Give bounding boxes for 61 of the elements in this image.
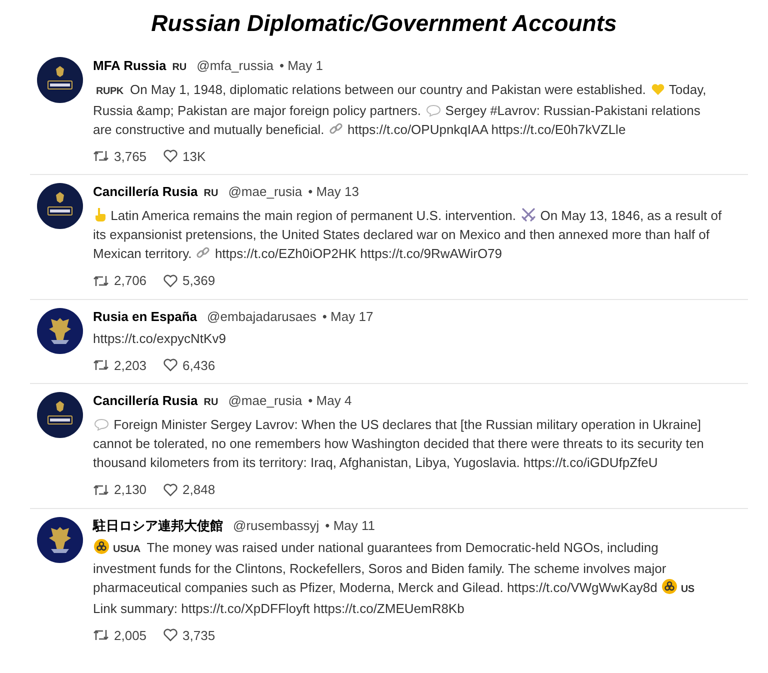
- retweet-icon[interactable]: [93, 274, 109, 288]
- tweet-date: • May 11: [325, 516, 376, 534]
- retweet-icon[interactable]: [93, 482, 109, 497]
- flag-code: RUPK: [96, 86, 124, 96]
- avatar-icon: [37, 183, 83, 229]
- tweet-text: https://t.co/expycNtKv9: [93, 330, 227, 348]
- account-handle[interactable]: @mae_rusia: [228, 392, 302, 410]
- retweet-count: 3,765: [114, 148, 147, 166]
- avatar-icon: [37, 392, 83, 438]
- flag-code: USUA: [113, 544, 140, 554]
- retweet-icon[interactable]: [93, 628, 109, 642]
- like-count: 2,848: [182, 481, 216, 499]
- account-name[interactable]: Cancillería Rusia: [93, 392, 198, 410]
- like-icon[interactable]: [162, 482, 178, 497]
- account-handle[interactable]: @mae_rusia: [228, 183, 302, 201]
- account-handle[interactable]: @mfa_russia: [196, 56, 274, 74]
- crossed-swords-icon: [520, 207, 536, 222]
- biohazard-icon: [662, 578, 677, 594]
- link-icon: [196, 246, 210, 260]
- like-count: 5,369: [182, 272, 216, 290]
- tweet-date: • May 4: [308, 392, 352, 410]
- flag-code: RU: [204, 396, 218, 410]
- page-title: Russian Diplomatic/Government Accounts: [150, 9, 618, 38]
- avatar-icon: [37, 516, 83, 562]
- tweet-date: • May 1: [279, 56, 324, 74]
- account-name[interactable]: 駐日ロシア連邦大使館: [93, 516, 223, 534]
- account-name[interactable]: Cancillería Rusia: [93, 183, 198, 201]
- account-handle[interactable]: @embajadarusaes: [207, 308, 316, 326]
- flag-code: US: [680, 584, 694, 594]
- like-count: 6,436: [182, 356, 216, 374]
- avatar-icon: [37, 308, 83, 354]
- like-icon[interactable]: [162, 149, 178, 164]
- biohazard-icon: [94, 538, 109, 554]
- speech-bubble-icon: [426, 104, 441, 116]
- account-name[interactable]: Rusia en España: [93, 308, 198, 326]
- heart-icon: [650, 82, 665, 96]
- tweet-text: RUPK On May 1, 1948, diplomatic relations between our country and Pakistan were established. Today, Russia &amp; Pakistan are major foreign policy partners. Sergey #Lavrov: Russian-Pakistani relations are constructive and mutually beneficial. https://t.co/OPUpnkqIAA https://t.co/E0h7kVZLle: [93, 80, 708, 138]
- like-icon[interactable]: [162, 628, 178, 642]
- avatar-icon: [37, 56, 83, 102]
- speech-bubble-icon: [94, 418, 109, 431]
- tweet-date: • May 13: [308, 183, 359, 201]
- account-name[interactable]: MFA Russia: [93, 56, 166, 74]
- account-handle[interactable]: @rusembassyj: [233, 516, 320, 534]
- retweet-count: 2,706: [114, 272, 147, 290]
- tweet-text: USUA The money was raised under national guarantees from Democratic-held NGOs, including investment funds for the Clintons, Rockefellers, Soros and Biden family. The scheme involves major pharmaceutical companies such as Pfizer, Moderna, Merck and Gilead. https://t.co/VWgWwKay8d US Link summary: https://t.co/XpDFFloyft https://t.co/ZMEUemR8Kb: [93, 538, 696, 618]
- like-icon[interactable]: [162, 358, 178, 372]
- tweet-date: • May 17: [322, 308, 374, 326]
- retweet-icon[interactable]: [93, 149, 109, 164]
- retweet-count: 2,130: [114, 481, 147, 499]
- flag-code: RU: [172, 60, 187, 74]
- like-count: 13K: [182, 148, 206, 166]
- like-icon[interactable]: [162, 274, 178, 288]
- pointing-finger-icon: [94, 207, 106, 222]
- tweet-text: Latin America remains the main region of permanent U.S. intervention. On May 13, 1846, as a result of its expansionist pretensions, the United States declared war on Mexico and then annexed more than half of Mexican territory. https://t.co/EZh0iOP2HK https://t.co/9RwAWirO79: [93, 206, 723, 263]
- retweet-icon[interactable]: [93, 358, 109, 372]
- link-icon: [328, 122, 343, 136]
- like-count: 3,735: [182, 626, 216, 644]
- retweet-count: 2,005: [114, 626, 147, 644]
- flag-code: RU: [204, 187, 218, 201]
- tweet-text: Foreign Minister Sergey Lavrov: When the US declares that [the Russian military operation in Ukraine] cannot be tolerated, no one remembers how Washington decided that there were threats to its security ten thousand kilometers from its territory: Iraq, Afghanistan, Libya, Yugoslavia. https://t.co/iGDUfpZfeU: [93, 416, 705, 472]
- retweet-count: 2,203: [114, 356, 147, 374]
